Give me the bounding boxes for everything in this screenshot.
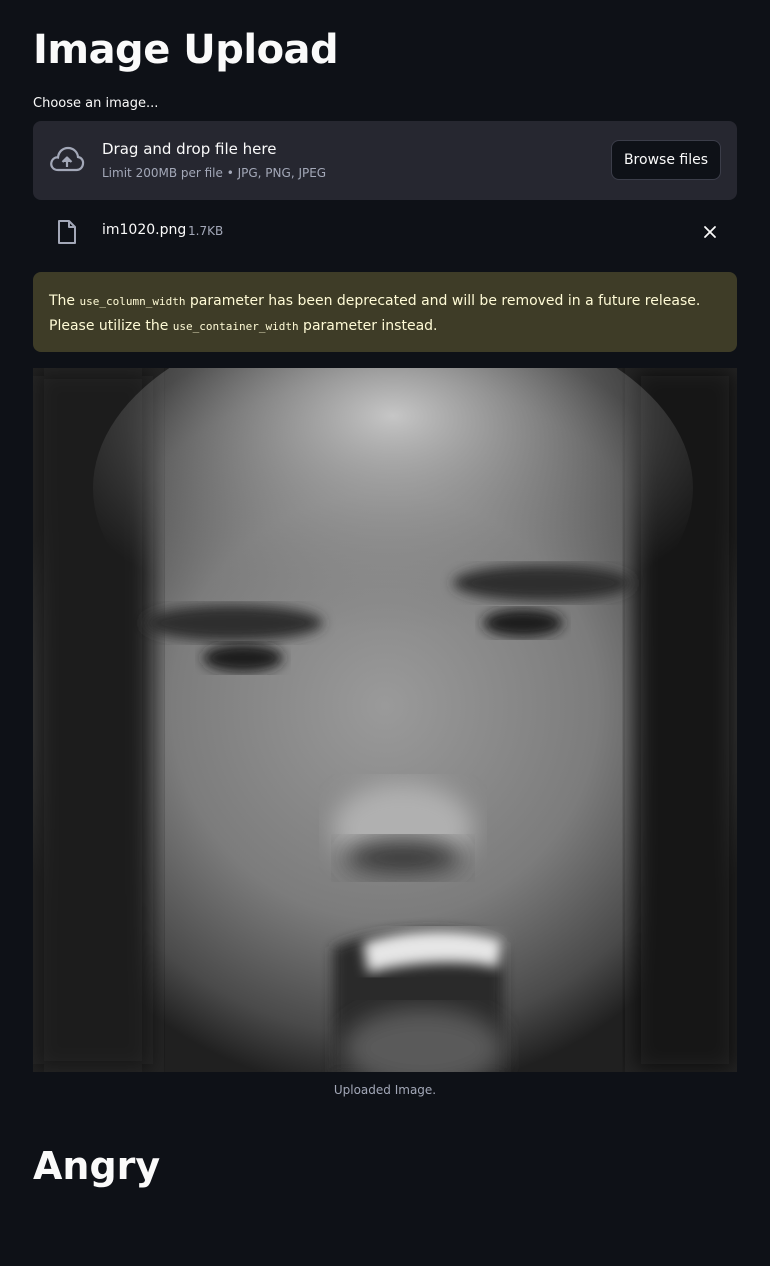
warning-text-prefix: The [49, 293, 80, 309]
app-page: Image Upload Choose an image... Drag and… [0, 0, 770, 1266]
uploaded-file-name: im1020.png [102, 222, 187, 238]
uploaded-file-size: 1.7KB [188, 224, 224, 238]
prediction-result: Angry [33, 1144, 161, 1188]
close-icon[interactable] [701, 223, 719, 241]
dropzone-instructions: Drag and drop file here [102, 140, 277, 158]
warning-text-suffix: parameter instead. [298, 318, 438, 334]
browse-files-button[interactable]: Browse files [610, 140, 721, 180]
image-caption: Uploaded Image. [333, 1083, 437, 1097]
page-title: Image Upload [33, 27, 339, 73]
uploader-label: Choose an image... [33, 96, 159, 111]
warning-code-column-width: use_column_width [79, 295, 186, 308]
deprecation-warning: The use_column_width parameter has been … [33, 272, 737, 352]
file-dropzone[interactable]: Drag and drop file here Limit 200MB per … [33, 121, 737, 200]
uploaded-file-item: im1020.png 1.7KB [33, 210, 737, 254]
warning-code-container-width: use_container_width [172, 320, 299, 333]
cloud-upload-icon [50, 146, 85, 172]
uploaded-image [33, 368, 737, 1072]
face-photo [33, 368, 737, 1072]
file-icon [58, 220, 76, 244]
dropzone-limits: Limit 200MB per file • JPG, PNG, JPEG [102, 166, 327, 180]
